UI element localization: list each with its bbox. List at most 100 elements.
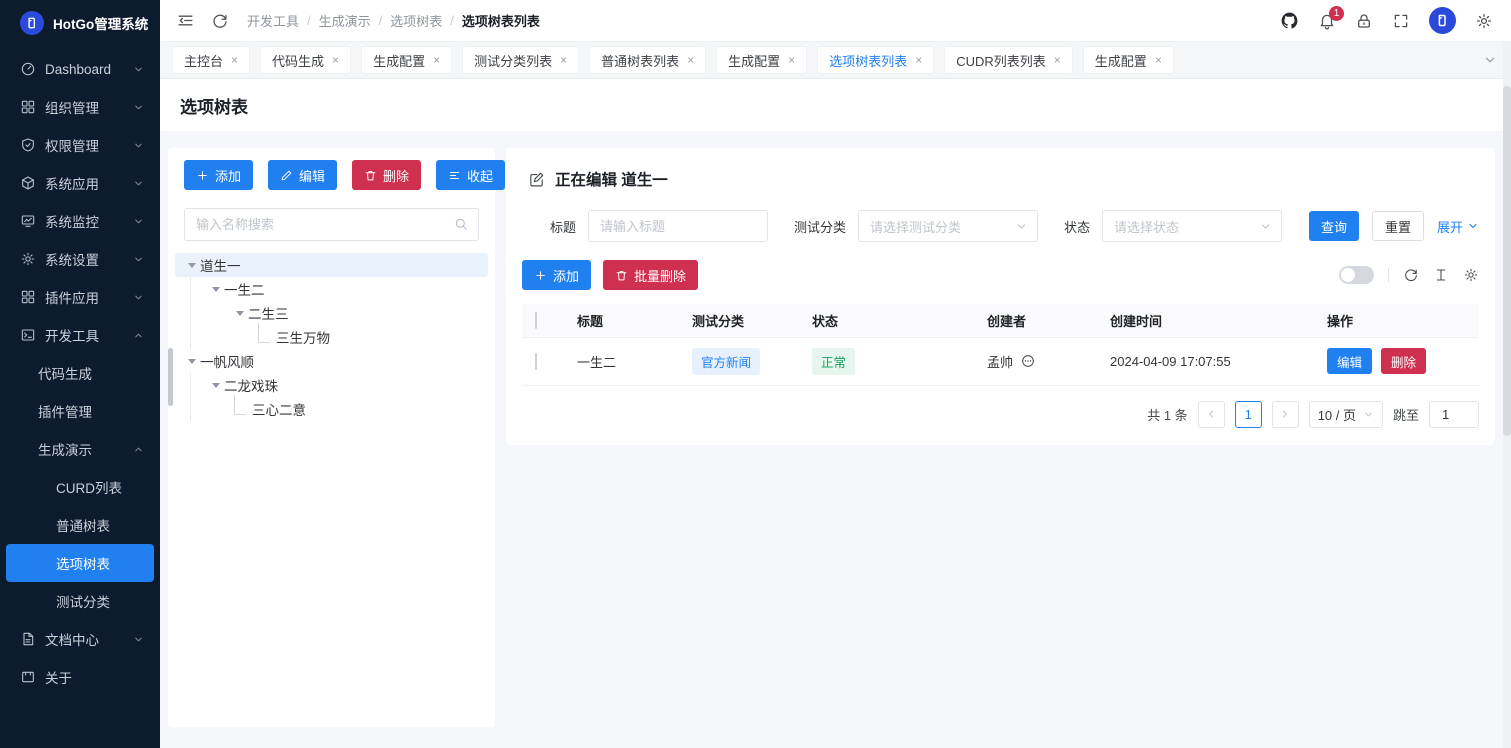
tree-node-leaf[interactable]: 三生万物 bbox=[175, 325, 488, 349]
row-edit-button[interactable]: 编辑 bbox=[1327, 348, 1372, 374]
reload-icon[interactable] bbox=[211, 12, 229, 30]
sidebar-item-curd-list[interactable]: CURD列表 bbox=[6, 468, 154, 506]
row-checkbox[interactable] bbox=[535, 353, 537, 370]
page-title-band: 选项树表 bbox=[160, 79, 1511, 131]
menu-fold-icon[interactable] bbox=[176, 11, 195, 30]
close-icon[interactable]: × bbox=[433, 54, 440, 66]
breadcrumb-item-current: 选项树表列表 bbox=[462, 11, 540, 30]
grid-icon bbox=[20, 99, 36, 115]
pagination-prev-button[interactable] bbox=[1198, 401, 1225, 428]
breadcrumb-item[interactable]: 开发工具 bbox=[247, 11, 299, 30]
breadcrumb-item[interactable]: 生成演示 bbox=[319, 11, 371, 30]
breadcrumb-item[interactable]: 选项树表 bbox=[390, 11, 442, 30]
tabbar: 主控台× 代码生成× 生成配置× 测试分类列表× 普通树表列表× 生成配置× 选… bbox=[160, 42, 1511, 79]
cell-title: 一生二 bbox=[564, 337, 679, 385]
sidebar-item-dashboard[interactable]: Dashboard bbox=[6, 50, 154, 88]
tab-cudr-list[interactable]: CUDR列表列表× bbox=[944, 46, 1073, 74]
row-height-icon[interactable] bbox=[1433, 267, 1449, 283]
page-size-select[interactable]: 10 / 页 bbox=[1309, 401, 1383, 428]
tree-add-button[interactable]: 添加 bbox=[184, 160, 253, 190]
sidebar-item-plugin-manage[interactable]: 插件管理 bbox=[6, 392, 154, 430]
tree-collapse-button[interactable]: 收起 bbox=[436, 160, 505, 190]
caret-down-icon[interactable] bbox=[232, 311, 248, 316]
tab-test-category-list[interactable]: 测试分类列表× bbox=[462, 46, 579, 74]
close-icon[interactable]: × bbox=[1155, 54, 1162, 66]
sidebar-item-test-category[interactable]: 测试分类 bbox=[6, 582, 154, 620]
sidebar-item-sys-monitor[interactable]: 系统监控 bbox=[6, 202, 154, 240]
tab-gen-config-3[interactable]: 生成配置× bbox=[1083, 46, 1174, 74]
user-avatar[interactable] bbox=[1429, 7, 1456, 34]
tree-node[interactable]: 一生二 bbox=[175, 277, 488, 301]
striped-toggle[interactable] bbox=[1339, 266, 1374, 284]
close-icon[interactable]: × bbox=[915, 54, 922, 66]
close-icon[interactable]: × bbox=[560, 54, 567, 66]
tree-delete-button[interactable]: 删除 bbox=[352, 160, 421, 190]
lock-icon[interactable] bbox=[1355, 12, 1373, 30]
reset-button[interactable]: 重置 bbox=[1372, 211, 1424, 241]
caret-down-icon[interactable] bbox=[184, 359, 200, 364]
query-button[interactable]: 查询 bbox=[1309, 211, 1359, 241]
pagination-next-button[interactable] bbox=[1272, 401, 1299, 428]
add-row-button[interactable]: 添加 bbox=[522, 260, 591, 290]
github-icon[interactable] bbox=[1280, 11, 1299, 30]
row-delete-button[interactable]: 删除 bbox=[1381, 348, 1426, 374]
table-tools bbox=[1339, 266, 1479, 284]
sidebar-item-option-tree[interactable]: 选项树表 bbox=[6, 544, 154, 582]
tabbar-collapse-chevron-icon[interactable] bbox=[1483, 53, 1497, 67]
circled-ellipsis-icon[interactable] bbox=[1020, 353, 1036, 369]
sidebar-item-plugin-app[interactable]: 插件应用 bbox=[6, 278, 154, 316]
filter-title-input[interactable] bbox=[588, 210, 768, 242]
breadcrumb: 开发工具 / 生成演示 / 选项树表 / 选项树表列表 bbox=[247, 11, 540, 30]
tab-gen-config-2[interactable]: 生成配置× bbox=[716, 46, 807, 74]
sidebar-item-normal-tree[interactable]: 普通树表 bbox=[6, 506, 154, 544]
chevron-down-icon bbox=[133, 292, 144, 303]
caret-down-icon[interactable] bbox=[184, 263, 200, 268]
sidebar-item-sys-app[interactable]: 系统应用 bbox=[6, 164, 154, 202]
panel-scrollbar-thumb[interactable] bbox=[168, 348, 173, 406]
sidebar-item-gen-demo[interactable]: 生成演示 bbox=[6, 430, 154, 468]
caret-down-icon[interactable] bbox=[208, 287, 224, 292]
tab-normal-tree-list[interactable]: 普通树表列表× bbox=[589, 46, 706, 74]
tree-node[interactable]: 一帆风顺 bbox=[175, 349, 488, 373]
filter-status-select[interactable]: 请选择状态 bbox=[1102, 210, 1282, 242]
window-scrollbar-thumb[interactable] bbox=[1503, 86, 1511, 436]
col-header-title: 标题 bbox=[564, 304, 679, 337]
sidebar-item-dev-tools[interactable]: 开发工具 bbox=[6, 316, 154, 354]
sidebar-item-about[interactable]: 关于 bbox=[6, 658, 154, 696]
tree-node-leaf[interactable]: 三心二意 bbox=[175, 397, 488, 421]
sidebar-item-doc-center[interactable]: 文档中心 bbox=[6, 620, 154, 658]
caret-down-icon[interactable] bbox=[208, 383, 224, 388]
filter-category-select[interactable]: 请选择测试分类 bbox=[858, 210, 1038, 242]
sidebar-item-code-gen[interactable]: 代码生成 bbox=[6, 354, 154, 392]
tree-search-input[interactable] bbox=[184, 208, 479, 241]
shield-check-icon bbox=[20, 137, 36, 153]
close-icon[interactable]: × bbox=[687, 54, 694, 66]
close-icon[interactable]: × bbox=[1054, 54, 1061, 66]
tree-node-selected[interactable]: 道生一 bbox=[175, 253, 488, 277]
sidebar-item-org[interactable]: 组织管理 bbox=[6, 88, 154, 126]
close-icon[interactable]: × bbox=[231, 54, 238, 66]
batch-delete-button[interactable]: 批量删除 bbox=[603, 260, 698, 290]
notification-bell-icon[interactable]: 1 bbox=[1318, 12, 1336, 30]
pagination-page-1[interactable]: 1 bbox=[1235, 401, 1262, 428]
tree-node[interactable]: 二生三 bbox=[175, 301, 488, 325]
column-settings-gear-icon[interactable] bbox=[1463, 267, 1479, 283]
tab-console[interactable]: 主控台× bbox=[172, 46, 250, 74]
select-all-checkbox[interactable] bbox=[535, 312, 537, 329]
tree-node[interactable]: 二龙戏珠 bbox=[175, 373, 488, 397]
table-reload-icon[interactable] bbox=[1403, 267, 1419, 283]
fullscreen-icon[interactable] bbox=[1392, 12, 1410, 30]
expand-link[interactable]: 展开 bbox=[1437, 217, 1479, 236]
pagination-jump-input[interactable] bbox=[1429, 401, 1479, 428]
app-logo[interactable]: HotGo管理系统 bbox=[0, 0, 160, 46]
col-header-created-at: 创建时间 bbox=[1097, 304, 1314, 337]
settings-gear-icon[interactable] bbox=[1475, 12, 1493, 30]
tree-edit-button[interactable]: 编辑 bbox=[268, 160, 337, 190]
tab-gen-config-1[interactable]: 生成配置× bbox=[361, 46, 452, 74]
tab-code-gen[interactable]: 代码生成× bbox=[260, 46, 351, 74]
sidebar-item-sys-settings[interactable]: 系统设置 bbox=[6, 240, 154, 278]
close-icon[interactable]: × bbox=[332, 54, 339, 66]
sidebar-item-permission[interactable]: 权限管理 bbox=[6, 126, 154, 164]
close-icon[interactable]: × bbox=[788, 54, 795, 66]
tab-option-tree-list-active[interactable]: 选项树表列表× bbox=[817, 46, 934, 74]
